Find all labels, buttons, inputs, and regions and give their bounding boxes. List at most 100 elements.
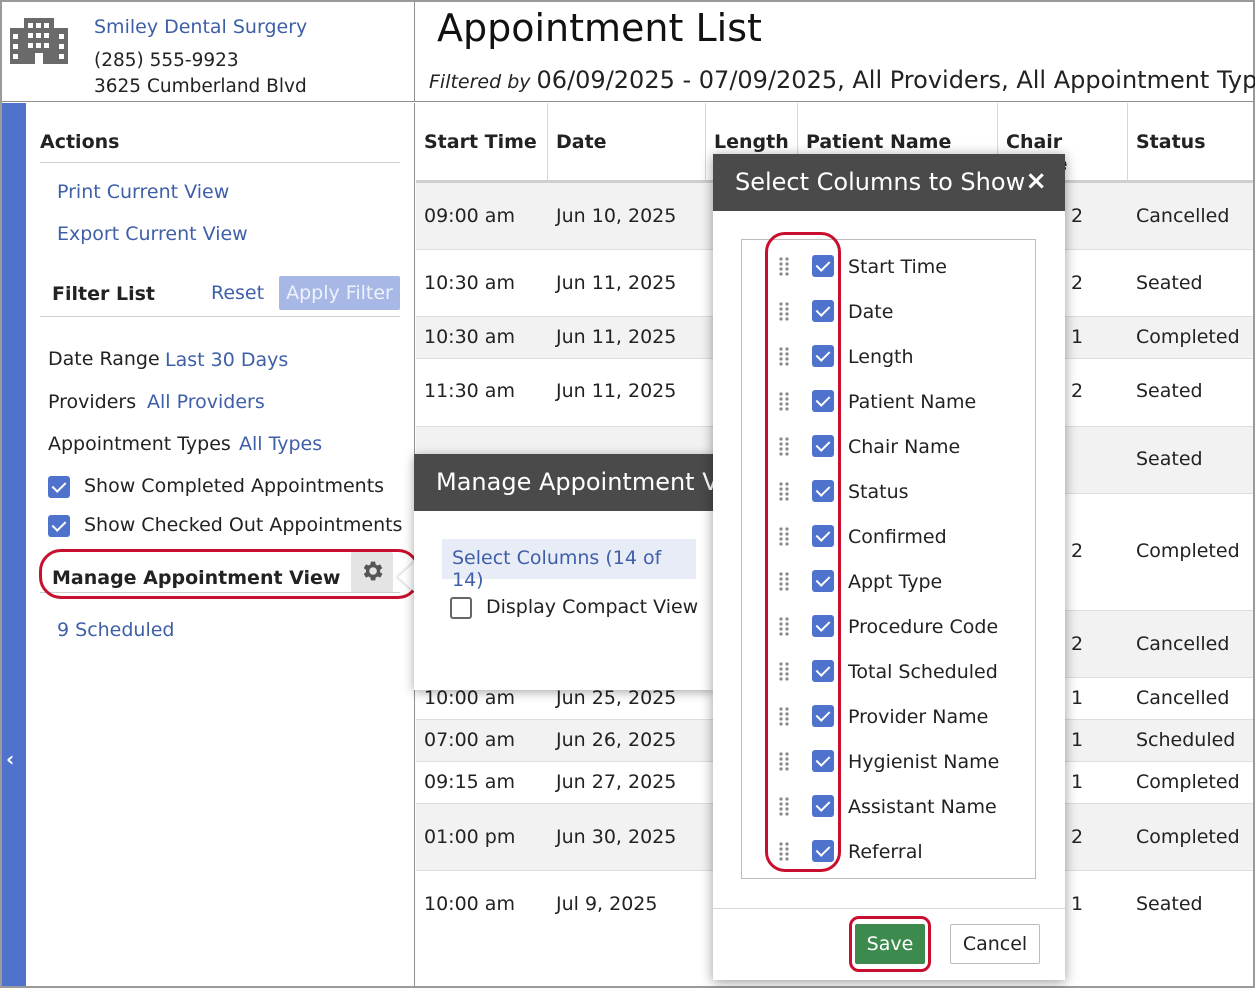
cell-status: Completed bbox=[1136, 826, 1240, 848]
modal-pointer bbox=[697, 553, 713, 581]
cell-date: Jun 10, 2025 bbox=[556, 205, 677, 227]
close-icon[interactable]: × bbox=[1025, 166, 1047, 196]
page-header: Appointment List Filtered by 06/09/2025 -… bbox=[415, 2, 1255, 102]
column-label: Start Time bbox=[848, 256, 947, 278]
cell-date: Jun 27, 2025 bbox=[556, 771, 677, 793]
compact-view-checkbox[interactable] bbox=[450, 597, 472, 619]
cell-time: 01:00 pm bbox=[424, 826, 516, 848]
clinic-address: 3625 Cumberland Blvd bbox=[94, 76, 307, 97]
save-highlight bbox=[849, 916, 931, 972]
reset-link[interactable]: Reset bbox=[211, 282, 264, 304]
providers-value[interactable]: All Providers bbox=[147, 391, 265, 413]
cell-status: Scheduled bbox=[1136, 729, 1236, 751]
cell-date: Jun 26, 2025 bbox=[556, 729, 677, 751]
sidebar: Actions Print Current View Export Curren… bbox=[27, 103, 420, 986]
show-completed-checkbox[interactable] bbox=[48, 476, 70, 498]
column-label: Provider Name bbox=[848, 706, 989, 728]
building-icon bbox=[10, 18, 68, 64]
column-label: Appt Type bbox=[848, 571, 943, 593]
show-checked-out-checkbox[interactable] bbox=[48, 515, 70, 537]
column-label: Length bbox=[848, 346, 914, 368]
filter-summary: Filtered by 06/09/2025 - 07/09/2025, All … bbox=[429, 66, 1255, 94]
cell-time: 07:00 am bbox=[424, 729, 515, 751]
cell-chair: 1 bbox=[1071, 771, 1084, 793]
manage-view-highlight bbox=[39, 549, 420, 599]
print-view-link[interactable]: Print Current View bbox=[57, 181, 229, 203]
col-header-status[interactable]: Status bbox=[1128, 103, 1253, 181]
providers-label: Providers bbox=[48, 391, 137, 413]
date-range-value[interactable]: Last 30 Days bbox=[165, 349, 288, 371]
cell-status: Seated bbox=[1136, 893, 1203, 915]
show-checked-out-label: Show Checked Out Appointments bbox=[84, 514, 403, 536]
filter-value: 06/09/2025 - 07/09/2025, All Providers, … bbox=[536, 66, 1255, 94]
filter-prefix: Filtered by bbox=[429, 71, 531, 93]
cell-time: 10:00 am bbox=[424, 687, 515, 709]
cell-chair: 2 bbox=[1071, 272, 1084, 294]
select-columns-modal: Select Columns to Show × Start Time Date… bbox=[713, 154, 1065, 980]
sidebar-collapse-strip[interactable]: ‹ bbox=[2, 103, 26, 986]
chevron-left-icon[interactable]: ‹ bbox=[6, 747, 14, 771]
date-range-label: Date Range bbox=[48, 348, 160, 370]
column-label: Chair Name bbox=[848, 436, 961, 458]
col-header-start-time[interactable]: Start Time bbox=[416, 103, 548, 181]
cell-status: Completed bbox=[1136, 326, 1240, 348]
cell-chair: 1 bbox=[1071, 687, 1084, 709]
cell-status: Seated bbox=[1136, 380, 1203, 402]
cell-time: 10:30 am bbox=[424, 272, 515, 294]
cell-date: Jul 9, 2025 bbox=[556, 893, 658, 915]
actions-heading: Actions bbox=[40, 131, 400, 163]
cell-chair: 1 bbox=[1071, 729, 1084, 751]
cell-status: Cancelled bbox=[1136, 205, 1230, 227]
page-title: Appointment List bbox=[437, 6, 762, 50]
apply-filter-button[interactable]: Apply Filter bbox=[279, 276, 400, 310]
column-label: Referral bbox=[848, 841, 923, 863]
cell-chair: 2 bbox=[1071, 540, 1084, 562]
cell-time: 09:15 am bbox=[424, 771, 515, 793]
filter-list-title: Filter List bbox=[52, 283, 155, 305]
select-columns-button[interactable]: Select Columns (14 of 14) bbox=[442, 539, 696, 591]
column-label: Assistant Name bbox=[848, 796, 997, 818]
export-view-link[interactable]: Export Current View bbox=[57, 223, 248, 245]
modal-footer-divider bbox=[713, 908, 1065, 909]
cell-date: Jun 11, 2025 bbox=[556, 272, 677, 294]
cell-chair: 2 bbox=[1071, 633, 1084, 655]
cell-time: 10:30 am bbox=[424, 326, 515, 348]
cell-time: 10:00 am bbox=[424, 893, 515, 915]
cell-chair: 2 bbox=[1071, 205, 1084, 227]
column-label: Confirmed bbox=[848, 526, 947, 548]
appt-types-label: Appointment Types bbox=[48, 433, 231, 455]
cell-date: Jun 25, 2025 bbox=[556, 687, 677, 709]
cell-chair: 1 bbox=[1071, 326, 1084, 348]
cell-date: Jun 11, 2025 bbox=[556, 326, 677, 348]
cell-status: Seated bbox=[1136, 448, 1203, 470]
column-label: Status bbox=[848, 481, 909, 503]
column-label: Procedure Code bbox=[848, 616, 999, 638]
cancel-button[interactable]: Cancel bbox=[950, 924, 1040, 964]
cell-time: 09:00 am bbox=[424, 205, 515, 227]
cell-status: Cancelled bbox=[1136, 687, 1230, 709]
cell-status: Cancelled bbox=[1136, 633, 1230, 655]
cell-chair: 1 bbox=[1071, 893, 1084, 915]
column-label: Date bbox=[848, 301, 894, 323]
cell-date: Jun 11, 2025 bbox=[556, 380, 677, 402]
cell-status: Completed bbox=[1136, 771, 1240, 793]
cell-date: Jun 30, 2025 bbox=[556, 826, 677, 848]
cell-time: 11:30 am bbox=[424, 380, 515, 402]
appt-types-value[interactable]: All Types bbox=[239, 433, 322, 455]
manage-view-popover: Manage Appointment View Select Columns (… bbox=[414, 454, 714, 690]
cell-status: Seated bbox=[1136, 272, 1203, 294]
clinic-header: Smiley Dental Surgery (285) 555-9923 362… bbox=[2, 2, 415, 102]
checkbox-column-highlight bbox=[765, 232, 841, 872]
cell-chair: 2 bbox=[1071, 826, 1084, 848]
cell-status: Completed bbox=[1136, 540, 1240, 562]
clinic-name[interactable]: Smiley Dental Surgery bbox=[94, 16, 307, 38]
column-label: Total Scheduled bbox=[848, 661, 998, 683]
scheduled-count-link[interactable]: 9 Scheduled bbox=[57, 619, 175, 641]
column-label: Hygienist Name bbox=[848, 751, 1000, 773]
cell-chair: 2 bbox=[1071, 380, 1084, 402]
compact-view-label: Display Compact View bbox=[486, 596, 699, 618]
columns-modal-title: Select Columns to Show bbox=[713, 154, 1065, 211]
show-completed-label: Show Completed Appointments bbox=[84, 475, 385, 497]
col-header-date[interactable]: Date bbox=[548, 103, 706, 181]
clinic-phone: (285) 555-9923 bbox=[94, 50, 239, 71]
